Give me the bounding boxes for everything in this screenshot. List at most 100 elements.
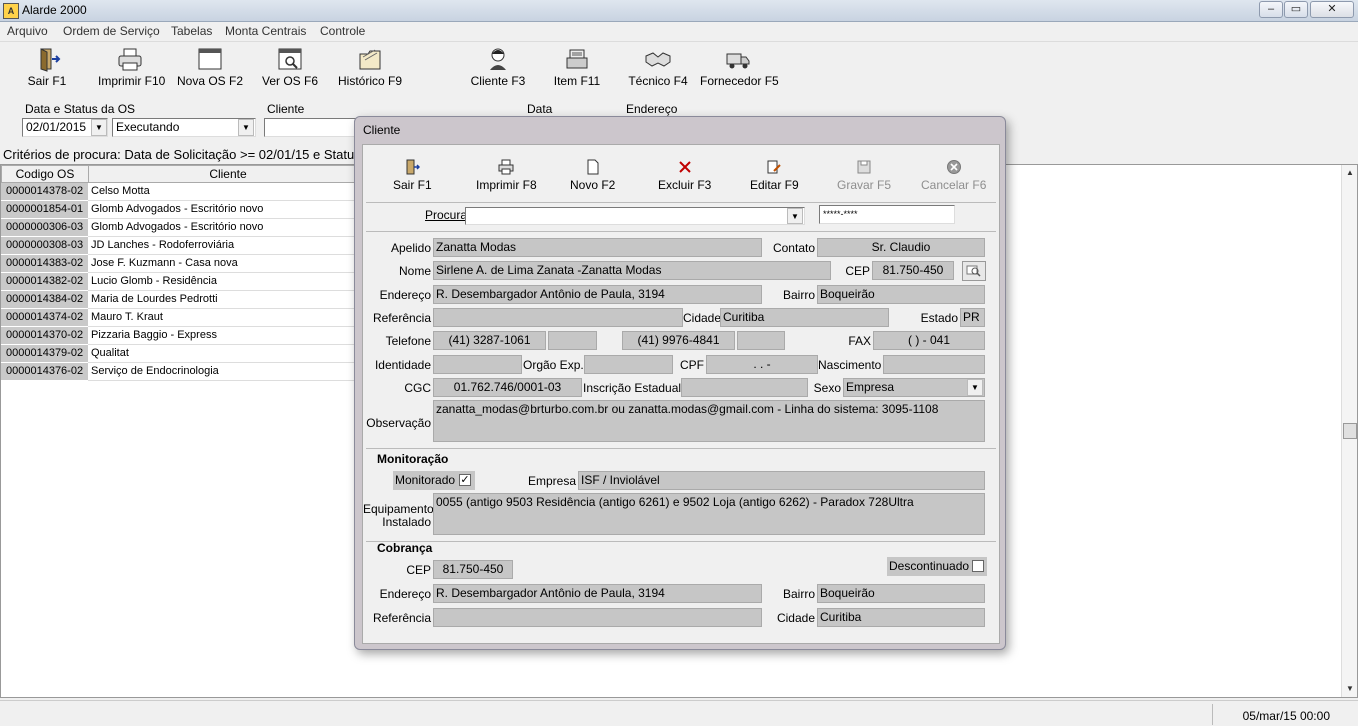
table-row[interactable]: 0000001854-01 Glomb Advogados - Escritóri… [1,201,361,219]
cidade-field[interactable]: Curitiba [720,308,889,327]
separator-line [366,231,996,232]
date-dropdown-arrow-icon[interactable]: ▼ [91,119,107,136]
cell-cliente: Mauro T. Kraut [88,309,361,327]
view-document-icon [278,48,302,70]
cep-field[interactable]: 81.750-450 [872,261,954,280]
cob-cep-field[interactable]: 81.750-450 [433,560,513,579]
table-row[interactable]: 0000014382-02 Lucio Glomb - Residência [1,273,361,291]
empresa-field[interactable]: ISF / Inviolável [578,471,985,490]
monitorado-checkbox[interactable]: ✓ [459,474,471,486]
table-row[interactable]: 0000014374-02 Mauro T. Kraut [1,309,361,327]
telefone1-field[interactable]: (41) 3287-1061 [433,331,546,350]
estado-field[interactable]: PR [960,308,985,327]
telefone2-field[interactable]: (41) 9976-4841 [622,331,735,350]
nascimento-field[interactable] [883,355,985,374]
identidade-label: Identidade [374,358,431,372]
identidade-field[interactable] [433,355,522,374]
menu-monta-centrais[interactable]: Monta Centrais [225,24,306,38]
endereco-label: Endereço [379,288,431,302]
orgao-field[interactable] [584,355,673,374]
table-row[interactable]: 0000014384-02 Maria de Lourdes Pedrotti [1,291,361,309]
imprimir-button[interactable]: Imprimir F10 [98,46,165,94]
table-row[interactable]: 0000014383-02 Jose F. Kuzmann - Casa nova [1,255,361,273]
scroll-down-icon[interactable]: ▼ [1342,681,1358,697]
equipamento-field[interactable]: 0055 (antigo 9503 Residência (antigo 626… [433,493,985,535]
dlg-novo-button[interactable]: Novo F2 [570,159,615,192]
cell-codigo-os: 0000014370-02 [1,327,88,345]
descontinuado-checkbox[interactable] [972,560,984,572]
cgc-label: CGC [404,381,431,395]
delete-x-icon [678,161,691,173]
tecnico-button[interactable]: Técnico F4 [628,46,688,94]
menu-tabelas[interactable]: Tabelas [171,24,212,38]
menu-ordem-servico[interactable]: Ordem de Serviço [63,24,160,38]
bairro-field[interactable]: Boqueirão [817,285,985,304]
vertical-scrollbar[interactable]: ▲ ▼ [1341,165,1357,697]
procura-mask-input[interactable]: *****-**** [819,205,955,224]
maximize-button[interactable]: ▭ [1284,1,1308,18]
cell-cliente: Glomb Advogados - Escritório novo [88,219,361,237]
equipamento-label: Equipamento Instalado [363,502,434,529]
sair-button[interactable]: Sair F1 [22,46,72,94]
endereco-field[interactable]: R. Desembargador Antônio de Paula, 3194 [433,285,762,304]
cob-bairro-field[interactable]: Boqueirão [817,584,985,603]
scroll-up-icon[interactable]: ▲ [1342,165,1358,181]
nome-field[interactable]: Sirlene A. de Lima Zanata -Zanatta Modas [433,261,831,280]
table-row[interactable]: 0000014370-02 Pizzaria Baggio - Express [1,327,361,345]
cep-search-button[interactable] [962,261,986,281]
close-button[interactable]: ✕ [1310,1,1354,18]
column-header-codigo-os[interactable]: Codigo OS [1,165,89,183]
item-button[interactable]: Item F11 [552,46,602,94]
sexo-dropdown-arrow-icon[interactable]: ▼ [967,379,983,396]
table-row[interactable]: 0000014379-02 Qualitat [1,345,361,363]
menu-arquivo[interactable]: Arquivo [7,24,48,38]
procura-dropdown-arrow-icon[interactable]: ▼ [787,208,803,224]
cep-label: CEP [845,264,870,278]
status-select[interactable]: Executando [112,118,256,137]
table-row[interactable]: 0000014376-02 Serviço de Endocrinologia [1,363,361,381]
apelido-field[interactable]: Zanatta Modas [433,238,762,257]
fornecedor-button[interactable]: Fornecedor F5 [700,46,779,94]
menu-controle[interactable]: Controle [320,24,365,38]
dlg-sair-button[interactable]: Sair F1 [393,159,432,192]
dlg-excluir-button[interactable]: Excluir F3 [658,159,711,192]
cell-codigo-os: 0000014382-02 [1,273,88,291]
dlg-editar-button[interactable]: Editar F9 [750,159,799,192]
cob-endereco-field[interactable]: R. Desembargador Antônio de Paula, 3194 [433,584,762,603]
cell-cliente: Maria de Lourdes Pedrotti [88,291,361,309]
cliente-filter-input[interactable] [264,118,356,137]
handshake-icon [645,52,671,67]
cob-referencia-field[interactable] [433,608,762,627]
minimize-button[interactable]: – [1259,1,1283,18]
scroll-thumb[interactable] [1343,423,1357,439]
telefone1-ramal-field[interactable] [548,331,597,350]
ver-os-button[interactable]: Ver OS F6 [260,46,320,94]
inscricao-field[interactable] [681,378,808,397]
status-dropdown-arrow-icon[interactable]: ▼ [238,119,254,136]
historico-button[interactable]: Histórico F9 [336,46,404,94]
dlg-gravar-button[interactable]: Gravar F5 [837,159,891,192]
cob-cidade-field[interactable]: Curitiba [817,608,985,627]
nome-label: Nome [398,264,431,278]
data-status-label: Data e Status da OS [25,102,136,116]
sexo-select[interactable]: Empresa [843,378,985,397]
dlg-cancelar-button[interactable]: Cancelar F6 [921,159,986,192]
cgc-field[interactable]: 01.762.746/0001-03 [433,378,582,397]
telefone2-ramal-field[interactable] [737,331,785,350]
table-row[interactable]: 0000014378-02 Celso Motta [1,183,361,201]
referencia-field[interactable] [433,308,683,327]
referencia-label: Referência [372,311,431,325]
procura-input[interactable] [465,207,805,225]
empresa-label: Empresa [527,474,576,488]
fax-field[interactable]: ( ) - 041 [873,331,985,350]
printer-icon [498,159,514,175]
cpf-field[interactable]: . . - [706,355,818,374]
contato-field[interactable]: Sr. Claudio [817,238,985,257]
cliente-button[interactable]: Cliente F3 [470,46,526,94]
column-header-cliente[interactable]: Cliente [88,165,368,183]
nova-os-button[interactable]: Nova OS F2 [176,46,244,94]
observacao-field[interactable]: zanatta_modas@brturbo.com.br ou zanatta.… [433,400,985,442]
table-row[interactable]: 0000000306-03 Glomb Advogados - Escritóri… [1,219,361,237]
table-row[interactable]: 0000000308-03 JD Lanches - Rodoferroviári… [1,237,361,255]
dlg-imprimir-button[interactable]: Imprimir F8 [476,159,537,192]
